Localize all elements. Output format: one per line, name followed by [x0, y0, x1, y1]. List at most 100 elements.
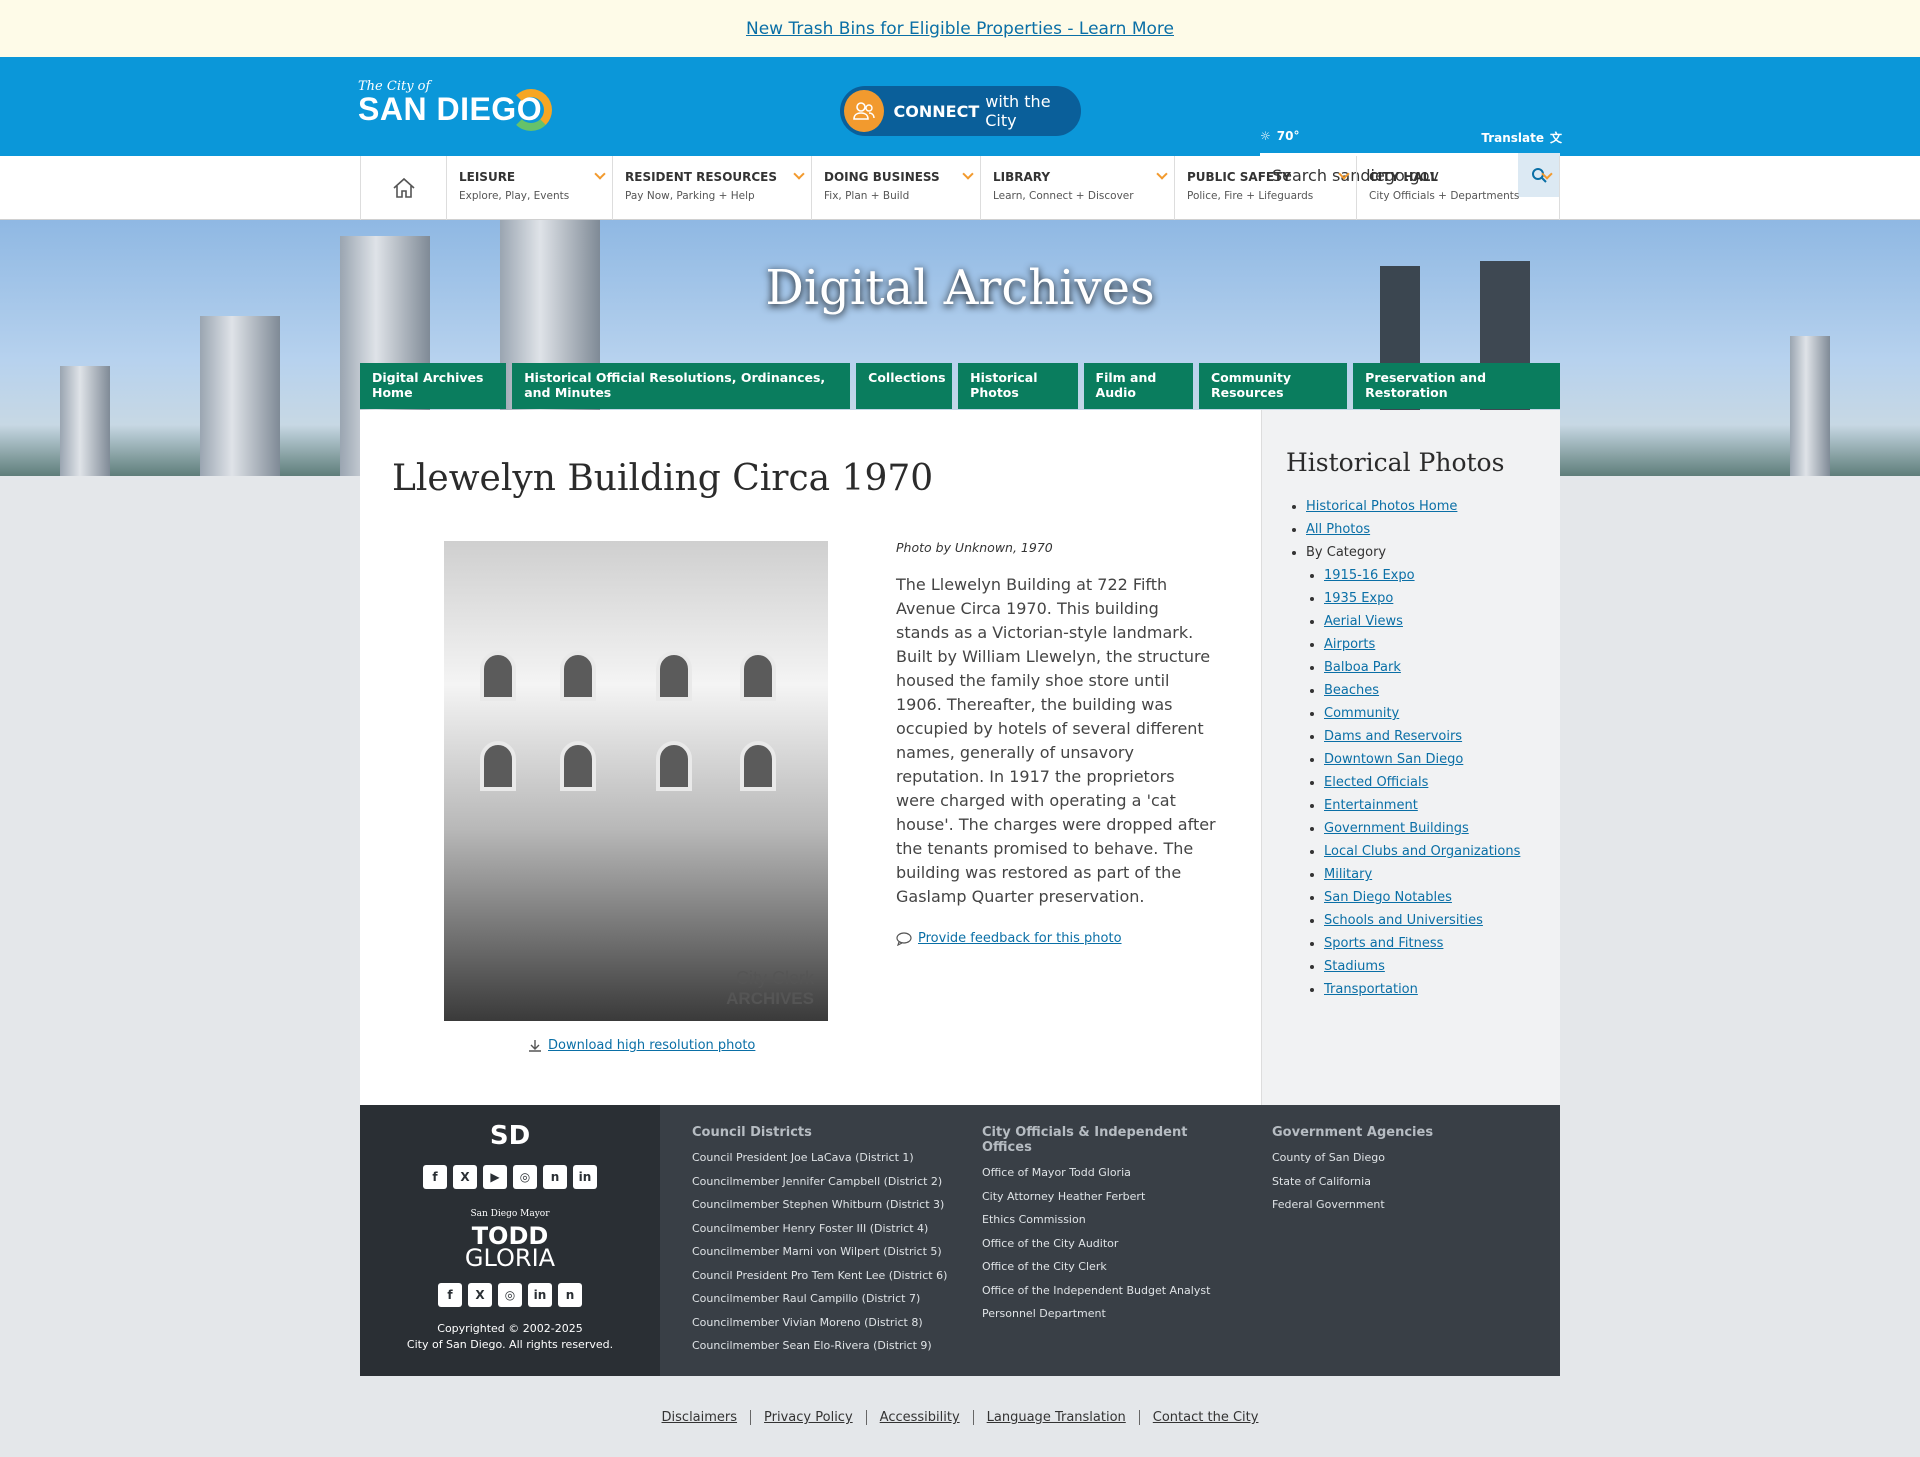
nav-title: DOING BUSINESS [824, 170, 940, 184]
category-link[interactable]: Transportation [1324, 982, 1418, 997]
photo-credit: Photo by Unknown, 1970 [896, 540, 1053, 555]
footer-council-link[interactable]: Councilmember Vivian Moreno (District 8) [692, 1311, 950, 1335]
footer-official-link[interactable]: Office of Mayor Todd Gloria [982, 1161, 1240, 1185]
download-link[interactable]: Download high resolution photo [528, 1038, 755, 1053]
category-link[interactable]: Dams and Reservoirs [1324, 729, 1462, 744]
alert-link[interactable]: New Trash Bins for Eligible Properties -… [746, 19, 1174, 39]
footer-agency-link[interactable]: County of San Diego [1272, 1146, 1530, 1170]
category-link[interactable]: Balboa Park [1324, 660, 1401, 675]
nav-leisure[interactable]: LEISURE Explore, Play, Events [447, 156, 613, 220]
footer-official-link[interactable]: City Attorney Heather Ferbert [982, 1185, 1240, 1209]
facebook-icon[interactable]: f [423, 1165, 447, 1189]
city-social-links: f X ▶ ◎ n in [360, 1165, 660, 1189]
category-link[interactable]: San Diego Notables [1324, 890, 1452, 905]
x-icon[interactable]: X [453, 1165, 477, 1189]
category-link[interactable]: Local Clubs and Organizations [1324, 844, 1520, 859]
linkedin-icon[interactable]: in [573, 1165, 597, 1189]
feedback-link[interactable]: Provide feedback for this photo [896, 931, 1216, 946]
instagram-icon[interactable]: ◎ [498, 1283, 522, 1307]
legal-disclaimers[interactable]: Disclaimers [649, 1410, 752, 1425]
tab-collections[interactable]: Collections [856, 363, 953, 409]
category-link[interactable]: Community [1324, 706, 1399, 721]
city-logo[interactable]: The City of SAN DIEGO [358, 79, 568, 137]
footer-council-link[interactable]: Council President Joe LaCava (District 1… [692, 1146, 950, 1170]
tab-preservation[interactable]: Preservation and Restoration [1353, 363, 1560, 409]
nav-sub: Fix, Plan + Build [824, 190, 910, 202]
nav-library[interactable]: LIBRARY Learn, Connect + Discover [981, 156, 1175, 220]
footer-council-link[interactable]: Council President Pro Tem Kent Lee (Dist… [692, 1264, 950, 1288]
feedback-text[interactable]: Provide feedback for this photo [918, 931, 1122, 946]
tab-historical-resolutions[interactable]: Historical Official Resolutions, Ordinan… [512, 363, 851, 409]
sidebar-link[interactable]: Historical Photos Home [1306, 499, 1457, 514]
category-link[interactable]: Sports and Fitness [1324, 936, 1443, 951]
category-link[interactable]: Beaches [1324, 683, 1379, 698]
connect-button[interactable]: CONNECT with the City [840, 86, 1081, 136]
category-list: 1915-16 Expo 1935 Expo Aerial Views Airport… [1306, 564, 1536, 1001]
footer-council-link[interactable]: Councilmember Raul Campillo (District 7) [692, 1287, 950, 1311]
footer-agency-link[interactable]: State of California [1272, 1170, 1530, 1194]
legal-contact[interactable]: Contact the City [1140, 1410, 1272, 1425]
nav-title: CITY HALL [1369, 170, 1438, 184]
main-column: Llewelyn Building Circa 1970 City Clerk … [360, 410, 1262, 1105]
category-link[interactable]: Schools and Universities [1324, 913, 1483, 928]
nav-public-safety[interactable]: PUBLIC SAFETY Police, Fire + Lifeguards [1175, 156, 1357, 220]
tab-film-audio[interactable]: Film and Audio [1083, 363, 1193, 409]
footer-official-link[interactable]: Ethics Commission [982, 1208, 1240, 1232]
tab-community-resources[interactable]: Community Resources [1198, 363, 1348, 409]
category-link[interactable]: Downtown San Diego [1324, 752, 1463, 767]
category-link[interactable]: 1915-16 Expo [1324, 568, 1415, 583]
footer-council-link[interactable]: Councilmember Henry Foster III (District… [692, 1217, 950, 1241]
footer-official-link[interactable]: Personnel Department [982, 1302, 1240, 1326]
category-link[interactable]: Stadiums [1324, 959, 1385, 974]
nav-city-hall[interactable]: CITY HALL City Officials + Departments [1357, 156, 1560, 220]
officials-title: City Officials & Independent Offices [982, 1125, 1188, 1155]
nextdoor-icon[interactable]: n [543, 1165, 567, 1189]
sidebar: Historical Photos Historical Photos Home… [1262, 410, 1560, 1105]
nav-doing-business[interactable]: DOING BUSINESS Fix, Plan + Build [812, 156, 981, 220]
home-icon [392, 177, 415, 198]
category-link[interactable]: 1935 Expo [1324, 591, 1393, 606]
download-text[interactable]: Download high resolution photo [548, 1038, 755, 1053]
footer-council-link[interactable]: Councilmember Sean Elo-Rivera (District … [692, 1334, 950, 1358]
nav-sub: Explore, Play, Events [459, 190, 570, 202]
sd-logo-icon: SD [489, 1121, 531, 1151]
people-icon [844, 90, 884, 132]
footer-official-link[interactable]: Office of the Independent Budget Analyst [982, 1279, 1240, 1303]
tab-historical-photos[interactable]: Historical Photos [958, 363, 1078, 409]
legal-links: Disclaimers Privacy Policy Accessibility… [0, 1410, 1920, 1425]
home-button[interactable] [361, 156, 447, 220]
translate-button[interactable]: Translate 文 [1481, 129, 1562, 146]
sidebar-category-label: By Category [1306, 545, 1387, 560]
legal-accessibility[interactable]: Accessibility [867, 1410, 974, 1425]
footer-council-link[interactable]: Councilmember Jennifer Campbell (Distric… [692, 1170, 950, 1194]
nav-title: RESIDENT RESOURCES [625, 170, 778, 184]
footer-council-link[interactable]: Councilmember Stephen Whitburn (District… [692, 1193, 950, 1217]
footer-official-link[interactable]: Office of the City Auditor [982, 1232, 1240, 1256]
category-link[interactable]: Entertainment [1324, 798, 1418, 813]
instagram-icon[interactable]: ◎ [513, 1165, 537, 1189]
linkedin-icon[interactable]: in [528, 1283, 552, 1307]
alert-banner: New Trash Bins for Eligible Properties -… [0, 0, 1920, 57]
legal-privacy[interactable]: Privacy Policy [751, 1410, 867, 1425]
footer-council-link[interactable]: Councilmember Marni von Wilpert (Distric… [692, 1240, 950, 1264]
footer-agency-link[interactable]: Federal Government [1272, 1193, 1530, 1217]
youtube-icon[interactable]: ▶ [483, 1165, 507, 1189]
nav-resident-resources[interactable]: RESIDENT RESOURCES Pay Now, Parking + Hel… [613, 156, 812, 220]
tab-digital-archives-home[interactable]: Digital Archives Home [360, 363, 507, 409]
footer-official-link[interactable]: Office of the City Clerk [982, 1255, 1240, 1279]
facebook-icon[interactable]: f [438, 1283, 462, 1307]
skyline-building [200, 316, 280, 476]
sidebar-link[interactable]: All Photos [1306, 522, 1370, 537]
nextdoor-icon[interactable]: n [558, 1283, 582, 1307]
legal-translation[interactable]: Language Translation [974, 1410, 1140, 1425]
category-link[interactable]: Aerial Views [1324, 614, 1403, 629]
sun-icon: ☼ [1260, 129, 1271, 143]
category-link[interactable]: Government Buildings [1324, 821, 1469, 836]
x-icon[interactable]: X [468, 1283, 492, 1307]
category-link[interactable]: Elected Officials [1324, 775, 1428, 790]
site-footer: SD f X ▶ ◎ n in San Diego Mayor TODD GLORIA f… [360, 1105, 1560, 1376]
sidebar-title: Historical Photos [1286, 448, 1505, 477]
nav-title: LEISURE [459, 170, 516, 184]
category-link[interactable]: Military [1324, 867, 1372, 882]
category-link[interactable]: Airports [1324, 637, 1375, 652]
